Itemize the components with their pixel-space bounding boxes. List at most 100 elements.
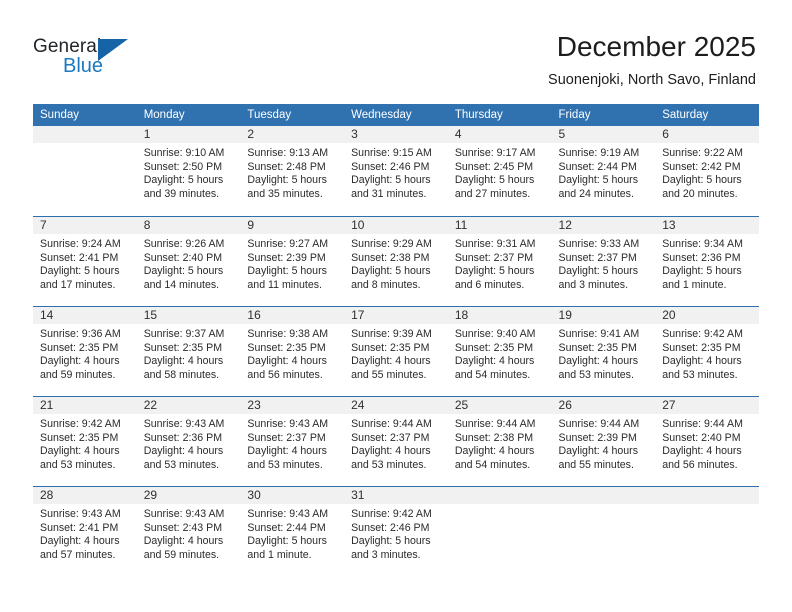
day-sun-info: Sunrise: 9:40 AM Sunset: 2:35 PM Daylight:…: [448, 324, 552, 382]
calendar-day-cell[interactable]: 6 Sunrise: 9:22 AM Sunset: 2:42 PM Daylight…: [655, 126, 759, 216]
calendar-day-cell-empty: [447, 486, 552, 576]
day-sun-info: Sunrise: 9:31 AM Sunset: 2:37 PM Daylight:…: [448, 234, 552, 292]
day-info-line: Sunrise: 9:22 AM: [662, 147, 743, 159]
calendar-week-row: 14 Sunrise: 9:36 AM Sunset: 2:35 PM Dayligh…: [33, 306, 759, 396]
day-info-line: and 1 minute.: [247, 548, 312, 561]
calendar-day-cell[interactable]: 29 Sunrise: 9:43 AM Sunset: 2:43 PM Dayligh…: [136, 486, 241, 576]
day-info-line: Sunset: 2:35 PM: [351, 341, 430, 354]
day-info-line: Daylight: 4 hours: [454, 445, 535, 458]
day-info-line: and 53 minutes.: [558, 368, 634, 381]
day-info-line: Sunset: 2:38 PM: [351, 251, 430, 264]
day-info-line: Daylight: 4 hours: [40, 445, 120, 458]
day-info-line: Sunrise: 9:34 AM: [662, 238, 743, 250]
day-info-line: Sunrise: 9:15 AM: [351, 147, 432, 159]
day-info-line: and 55 minutes.: [351, 368, 427, 381]
calendar-header-row: Sunday Monday Tuesday Wednesday Thursday Frid…: [33, 104, 759, 126]
day-sun-info: Sunrise: 9:43 AM Sunset: 2:36 PM Daylight:…: [137, 414, 241, 472]
calendar-day-cell[interactable]: 12 Sunrise: 9:33 AM Sunset: 2:37 PM Dayligh…: [551, 216, 656, 306]
calendar-day-cell[interactable]: 4 Sunrise: 9:17 AM Sunset: 2:45 PM Daylight…: [447, 126, 552, 216]
calendar-day-cell[interactable]: 15 Sunrise: 9:37 AM Sunset: 2:35 PM Dayligh…: [136, 306, 241, 396]
calendar-day-cell[interactable]: 17 Sunrise: 9:39 AM Sunset: 2:35 PM Dayligh…: [344, 306, 448, 396]
day-number: 1: [136, 126, 241, 143]
calendar-day-cell[interactable]: 23 Sunrise: 9:43 AM Sunset: 2:37 PM Dayligh…: [240, 396, 345, 486]
calendar-day-cell[interactable]: 7 Sunrise: 9:24 AM Sunset: 2:41 PM Daylight…: [33, 216, 137, 306]
calendar-day-cell[interactable]: 14 Sunrise: 9:36 AM Sunset: 2:35 PM Dayligh…: [33, 306, 137, 396]
day-sun-info: Sunrise: 9:44 AM Sunset: 2:40 PM Daylight:…: [655, 414, 759, 472]
calendar-day-cell[interactable]: 5 Sunrise: 9:19 AM Sunset: 2:44 PM Daylight…: [551, 126, 656, 216]
weekday-header-monday: Monday: [136, 104, 241, 126]
day-info-line: Sunrise: 9:33 AM: [558, 238, 640, 250]
day-info-line: Daylight: 4 hours: [143, 535, 224, 548]
day-info-line: Sunset: 2:43 PM: [143, 521, 223, 534]
day-sun-info: Sunrise: 9:42 AM Sunset: 2:46 PM Daylight:…: [344, 504, 448, 562]
calendar-day-cell[interactable]: 11 Sunrise: 9:31 AM Sunset: 2:37 PM Dayligh…: [447, 216, 552, 306]
calendar-day-cell[interactable]: 9 Sunrise: 9:27 AM Sunset: 2:39 PM Daylight…: [240, 216, 345, 306]
calendar-day-cell[interactable]: 22 Sunrise: 9:43 AM Sunset: 2:36 PM Dayligh…: [136, 396, 241, 486]
calendar-day-cell[interactable]: 30 Sunrise: 9:43 AM Sunset: 2:44 PM Dayligh…: [240, 486, 345, 576]
day-number: 21: [33, 397, 137, 414]
day-sun-info: Sunrise: 9:43 AM Sunset: 2:37 PM Daylight:…: [240, 414, 344, 472]
day-info-line: Sunrise: 9:39 AM: [351, 328, 432, 340]
day-sun-info: Sunrise: 9:10 AM Sunset: 2:50 PM Daylight:…: [137, 143, 241, 201]
day-sun-info: Sunrise: 9:29 AM Sunset: 2:38 PM Daylight:…: [344, 234, 448, 292]
calendar-day-cell[interactable]: 26 Sunrise: 9:44 AM Sunset: 2:39 PM Dayligh…: [551, 396, 656, 486]
day-info-line: and 24 minutes.: [558, 187, 634, 200]
day-info-line: Daylight: 4 hours: [143, 445, 224, 458]
day-number: 6: [655, 126, 759, 143]
day-sun-info: Sunrise: 9:44 AM Sunset: 2:39 PM Daylight:…: [552, 414, 656, 472]
day-number: 27: [655, 397, 759, 414]
calendar-day-cell[interactable]: 18 Sunrise: 9:40 AM Sunset: 2:35 PM Dayligh…: [447, 306, 552, 396]
day-info-line: and 58 minutes.: [143, 368, 220, 381]
day-info-line: and 31 minutes.: [351, 187, 427, 200]
day-info-line: Daylight: 4 hours: [143, 355, 224, 368]
day-sun-info: Sunrise: 9:39 AM Sunset: 2:35 PM Daylight:…: [344, 324, 448, 382]
day-info-line: Daylight: 5 hours: [40, 265, 120, 278]
day-sun-info: Sunrise: 9:26 AM Sunset: 2:40 PM Daylight:…: [137, 234, 241, 292]
calendar-week-row: 28 Sunrise: 9:43 AM Sunset: 2:41 PM Dayligh…: [33, 486, 759, 576]
day-info-line: Sunrise: 9:27 AM: [247, 238, 329, 250]
day-info-line: and 11 minutes.: [247, 278, 323, 291]
day-sun-info: Sunrise: 9:43 AM Sunset: 2:43 PM Daylight:…: [137, 504, 241, 562]
day-info-line: and 55 minutes.: [558, 458, 634, 471]
calendar-day-cell[interactable]: 24 Sunrise: 9:44 AM Sunset: 2:37 PM Dayligh…: [344, 396, 448, 486]
calendar-day-cell[interactable]: 10 Sunrise: 9:29 AM Sunset: 2:38 PM Dayligh…: [344, 216, 448, 306]
day-info-line: Sunrise: 9:44 AM: [662, 418, 743, 430]
day-info-line: Sunset: 2:37 PM: [351, 431, 430, 444]
day-number: 7: [33, 217, 137, 234]
day-info-line: Sunset: 2:39 PM: [558, 431, 637, 444]
day-number: 23: [240, 397, 345, 414]
day-info-line: Sunrise: 9:43 AM: [40, 508, 121, 520]
calendar-day-cell[interactable]: 16 Sunrise: 9:38 AM Sunset: 2:35 PM Dayligh…: [240, 306, 345, 396]
day-info-line: Daylight: 5 hours: [454, 174, 535, 187]
day-info-line: Sunset: 2:38 PM: [454, 431, 534, 444]
day-info-line: and 53 minutes.: [40, 458, 116, 471]
calendar-day-cell[interactable]: 31 Sunrise: 9:42 AM Sunset: 2:46 PM Dayligh…: [344, 486, 448, 576]
day-info-line: and 39 minutes.: [143, 187, 220, 200]
calendar-day-cell[interactable]: 2 Sunrise: 9:13 AM Sunset: 2:48 PM Daylight…: [240, 126, 345, 216]
calendar-day-cell[interactable]: 19 Sunrise: 9:41 AM Sunset: 2:35 PM Dayligh…: [551, 306, 656, 396]
day-number: 5: [551, 126, 656, 143]
day-info-line: Sunrise: 9:31 AM: [454, 238, 536, 250]
calendar-day-cell[interactable]: 20 Sunrise: 9:42 AM Sunset: 2:35 PM Dayligh…: [655, 306, 759, 396]
day-number: [447, 487, 552, 504]
calendar-day-cell[interactable]: 13 Sunrise: 9:34 AM Sunset: 2:36 PM Dayligh…: [655, 216, 759, 306]
day-info-line: Daylight: 5 hours: [247, 535, 327, 548]
brand-logo[interactable]: General Blue: [33, 36, 163, 84]
day-sun-info: Sunrise: 9:43 AM Sunset: 2:44 PM Daylight:…: [240, 504, 344, 562]
day-number: 11: [447, 217, 552, 234]
calendar-day-cell[interactable]: 27 Sunrise: 9:44 AM Sunset: 2:40 PM Dayligh…: [655, 396, 759, 486]
calendar-day-cell[interactable]: 21 Sunrise: 9:42 AM Sunset: 2:35 PM Dayligh…: [33, 396, 137, 486]
calendar-day-cell[interactable]: 8 Sunrise: 9:26 AM Sunset: 2:40 PM Daylight…: [136, 216, 241, 306]
day-info-line: Sunset: 2:40 PM: [143, 251, 223, 264]
calendar-day-cell[interactable]: 25 Sunrise: 9:44 AM Sunset: 2:38 PM Dayligh…: [447, 396, 552, 486]
day-info-line: Daylight: 4 hours: [662, 355, 742, 368]
title-block: December 2025 Suonenjoki, North Savo, Fi…: [548, 30, 756, 89]
day-info-line: and 56 minutes.: [247, 368, 323, 381]
calendar-day-cell[interactable]: 3 Sunrise: 9:15 AM Sunset: 2:46 PM Daylight…: [344, 126, 448, 216]
day-info-line: Daylight: 4 hours: [662, 445, 742, 458]
day-info-line: and 53 minutes.: [662, 368, 738, 381]
calendar-day-cell[interactable]: 1 Sunrise: 9:10 AM Sunset: 2:50 PM Daylight…: [136, 126, 241, 216]
day-sun-info: Sunrise: 9:44 AM Sunset: 2:38 PM Daylight:…: [448, 414, 552, 472]
day-number: 26: [551, 397, 656, 414]
calendar-day-cell[interactable]: 28 Sunrise: 9:43 AM Sunset: 2:41 PM Dayligh…: [33, 486, 137, 576]
